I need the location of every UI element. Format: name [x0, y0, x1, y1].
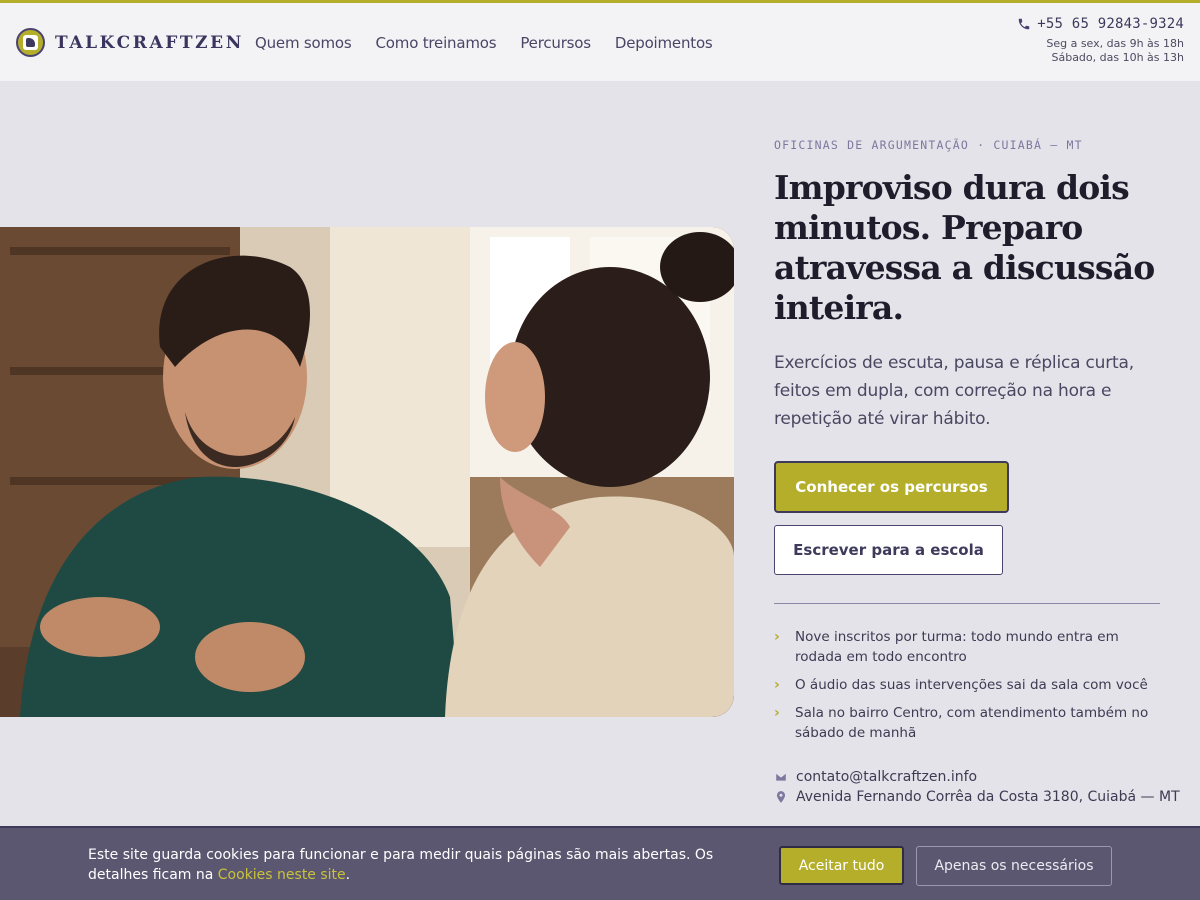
- hero-headline: Improviso dura dois minutos. Preparo atr…: [774, 168, 1155, 327]
- necessary-only-button[interactable]: Apenas os necessários: [916, 846, 1112, 886]
- hero-lead: Exercícios de escuta, pausa e réplica cu…: [774, 353, 1134, 429]
- nav-depoimentos[interactable]: Depoimentos: [615, 34, 713, 52]
- nav-quem-somos[interactable]: Quem somos: [255, 34, 352, 52]
- conhecer-percursos-button[interactable]: Conhecer os percursos: [774, 461, 1009, 513]
- contact-block: contato@talkcraftzen.info Avenida Fernan…: [774, 767, 1180, 807]
- cookie-text: Este site guarda cookies para funcionar …: [88, 845, 768, 885]
- logo-icon: [16, 28, 45, 57]
- hours-saturday: Sábado, das 10h às 13h: [1051, 51, 1184, 64]
- cookie-message: Este site guarda cookies para funcionar …: [88, 847, 714, 883]
- nav-como-treinamos[interactable]: Como treinamos: [376, 34, 497, 52]
- cookie-period: .: [345, 867, 351, 883]
- list-item: › Nove inscritos por turma: todo mundo e…: [774, 627, 1164, 667]
- escrever-escola-button[interactable]: Escrever para a escola: [774, 525, 1003, 575]
- header-contact: +55 65 92843-9324 Seg a sex, das 9h às 1…: [1017, 16, 1184, 65]
- list-item: › O áudio das suas intervenções sai da s…: [774, 675, 1164, 695]
- contact-address: Avenida Fernando Corrêa da Costa 3180, C…: [796, 789, 1180, 805]
- feature-text: O áudio das suas intervenções sai da sal…: [795, 677, 1148, 693]
- hero-photo: [0, 227, 734, 717]
- location-pin-icon: [776, 791, 786, 803]
- chevron-right-icon: ›: [774, 705, 780, 721]
- cookie-banner: Este site guarda cookies para funcionar …: [0, 826, 1200, 900]
- chevron-right-icon: ›: [774, 677, 780, 693]
- list-item: › Sala no bairro Centro, com atendimento…: [774, 703, 1164, 743]
- hours-weekdays: Seg a sex, das 9h às 18h: [1046, 37, 1184, 50]
- feature-list: › Nove inscritos por turma: todo mundo e…: [774, 627, 1164, 751]
- site-header: TALKCRAFTZEN Quem somos Como treinamos P…: [0, 0, 1200, 81]
- phone-icon: [1019, 18, 1030, 30]
- brand-logo[interactable]: TALKCRAFTZEN: [16, 28, 244, 57]
- phone-number[interactable]: +55 65 92843-9324: [1037, 16, 1184, 32]
- contact-email[interactable]: contato@talkcraftzen.info: [796, 767, 977, 787]
- mail-icon: [775, 772, 787, 782]
- divider: [774, 603, 1160, 604]
- brand-name: TALKCRAFTZEN: [55, 32, 244, 53]
- nav-percursos[interactable]: Percursos: [520, 34, 591, 52]
- main-nav: Quem somos Como treinamos Percursos Depo…: [255, 34, 713, 52]
- hero-eyebrow: OFICINAS DE ARGUMENTAÇÃO · CUIABÁ — MT: [774, 138, 1083, 152]
- feature-text: Sala no bairro Centro, com atendimento t…: [795, 705, 1149, 741]
- cookies-policy-link[interactable]: Cookies neste site: [218, 867, 346, 883]
- chevron-right-icon: ›: [774, 629, 780, 645]
- feature-text: Nove inscritos por turma: todo mundo ent…: [795, 629, 1119, 665]
- accept-all-button[interactable]: Aceitar tudo: [779, 846, 904, 885]
